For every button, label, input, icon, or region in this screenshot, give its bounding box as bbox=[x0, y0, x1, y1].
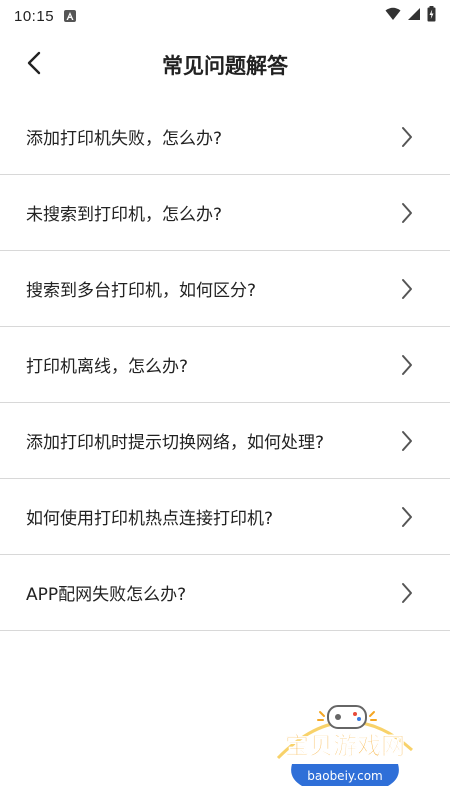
faq-item-label: APP配网失败怎么办? bbox=[26, 585, 187, 605]
faq-item[interactable]: 添加打印机时提示切换网络，如何处理? bbox=[0, 403, 450, 479]
faq-item-label: 如何使用打印机热点连接打印机? bbox=[26, 509, 274, 529]
back-button[interactable] bbox=[14, 42, 54, 88]
faq-item-label: 添加打印机时提示切换网络，如何处理? bbox=[26, 433, 325, 453]
faq-item[interactable]: 搜索到多台打印机，如何区分? bbox=[0, 251, 450, 327]
faq-item-label: 打印机离线，怎么办? bbox=[26, 357, 189, 377]
faq-item[interactable]: 打印机离线，怎么办? bbox=[0, 327, 450, 403]
faq-item[interactable]: APP配网失败怎么办? bbox=[0, 555, 450, 631]
chevron-right-icon bbox=[400, 277, 414, 301]
watermark-url-text: baobeiy.com bbox=[307, 769, 382, 783]
signal-icon bbox=[407, 7, 421, 26]
faq-item-label: 搜索到多台打印机，如何区分? bbox=[26, 281, 257, 301]
chevron-right-icon bbox=[400, 201, 414, 225]
status-left: 10:15 bbox=[14, 7, 77, 25]
faq-item-label: 未搜索到打印机，怎么办? bbox=[26, 205, 223, 225]
watermark-logo: 宝贝游戏网 baobeiy.com bbox=[270, 700, 420, 795]
header: 常见问题解答 bbox=[0, 32, 450, 98]
watermark-brand-text: 宝贝游戏网 bbox=[285, 732, 405, 760]
faq-screen: 10:15 常见问题解答 添加打印机失败，怎么办? 未搜索到打印机，怎么办? 搜… bbox=[0, 0, 450, 800]
faq-item[interactable]: 添加打印机失败，怎么办? bbox=[0, 99, 450, 175]
faq-list: 添加打印机失败，怎么办? 未搜索到打印机，怎么办? 搜索到多台打印机，如何区分?… bbox=[0, 99, 450, 631]
status-right bbox=[385, 5, 436, 27]
status-time: 10:15 bbox=[14, 7, 55, 25]
status-bar: 10:15 bbox=[0, 0, 450, 32]
faq-item-label: 添加打印机失败，怎么办? bbox=[26, 129, 223, 149]
chevron-left-icon bbox=[27, 51, 41, 79]
chevron-right-icon bbox=[400, 353, 414, 377]
page-title: 常见问题解答 bbox=[162, 54, 288, 78]
wifi-icon bbox=[385, 7, 401, 26]
faq-item[interactable]: 如何使用打印机热点连接打印机? bbox=[0, 479, 450, 555]
app-notification-icon bbox=[64, 10, 77, 22]
chevron-right-icon bbox=[400, 581, 414, 605]
chevron-right-icon bbox=[400, 125, 414, 149]
chevron-right-icon bbox=[400, 429, 414, 453]
faq-item[interactable]: 未搜索到打印机，怎么办? bbox=[0, 175, 450, 251]
battery-charging-icon bbox=[427, 5, 436, 27]
chevron-right-icon bbox=[400, 505, 414, 529]
